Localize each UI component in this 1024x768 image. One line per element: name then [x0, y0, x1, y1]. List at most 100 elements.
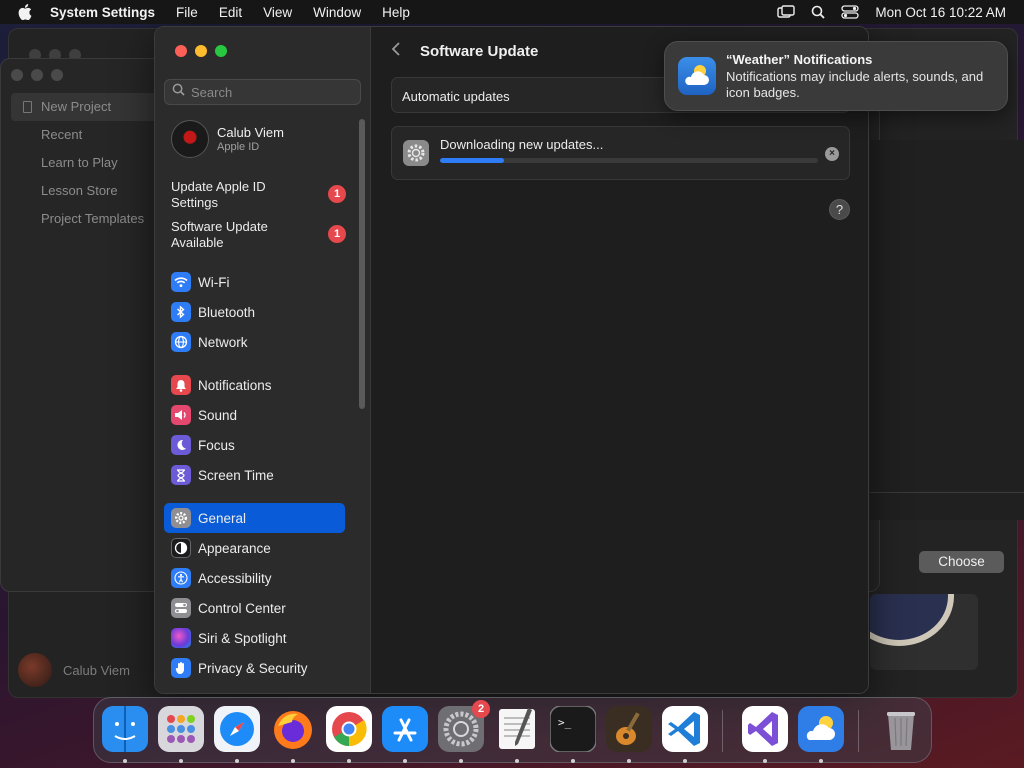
close-button[interactable] — [175, 45, 187, 57]
vscode-icon[interactable] — [662, 706, 708, 763]
trash-icon[interactable] — [878, 706, 924, 752]
running-indicator — [763, 759, 767, 763]
nav-group-notifications: Notifications Sound Focus Screen Time — [164, 370, 345, 490]
launchpad-icon[interactable] — [158, 706, 204, 763]
running-indicator — [571, 759, 575, 763]
software-update-gear-icon — [403, 140, 429, 166]
sidebar-item-siri-spotlight[interactable]: Siri & Spotlight — [164, 623, 345, 653]
sidebar-item-sound[interactable]: Sound — [164, 400, 345, 430]
hourglass-icon — [171, 465, 191, 485]
svg-text:>_: >_ — [558, 716, 572, 729]
software-update-available-item[interactable]: Software Update Available 1 — [171, 219, 346, 253]
choose-button[interactable]: Choose — [919, 551, 1004, 573]
hand-icon — [171, 658, 191, 678]
sidebar-item-privacy-security[interactable]: Privacy & Security — [164, 653, 345, 683]
cancel-download-button[interactable]: × — [825, 147, 839, 161]
finder-icon[interactable] — [102, 706, 148, 763]
safari-icon[interactable] — [214, 706, 260, 763]
sidebar-item-wifi[interactable]: Wi-Fi — [164, 267, 345, 297]
zoom-button[interactable] — [215, 45, 227, 57]
dock: 2 >_ — [93, 697, 932, 763]
sidebar-item-notifications[interactable]: Notifications — [164, 370, 345, 400]
menu-clock[interactable]: Mon Oct 16 10:22 AM — [875, 5, 1006, 20]
download-message: Downloading new updates... — [440, 137, 604, 152]
search-field[interactable] — [164, 79, 361, 105]
siri-icon — [171, 628, 191, 648]
avatar — [171, 120, 209, 158]
sidebar-item-appearance[interactable]: Appearance — [164, 533, 345, 563]
nav-group-general: General Appearance Accessibility Control… — [164, 503, 345, 683]
terminal-icon[interactable]: >_ — [549, 705, 597, 763]
menu-window[interactable]: Window — [313, 5, 361, 20]
help-button[interactable]: ? — [829, 199, 850, 220]
back-chevron-icon[interactable] — [391, 41, 401, 62]
weather-notification-banner[interactable]: “Weather” Notifications Notifications ma… — [664, 41, 1008, 111]
project-chooser-content — [870, 140, 1024, 520]
minimize-button[interactable] — [195, 45, 207, 57]
sidebar-item-lesson-store[interactable]: Lesson Store — [11, 177, 161, 205]
menu-app-name[interactable]: System Settings — [50, 5, 155, 20]
system-settings-icon[interactable]: 2 — [438, 700, 490, 763]
vinyl-disc-image — [870, 594, 954, 646]
sidebar-item-general[interactable]: General — [164, 503, 345, 533]
bell-icon — [171, 375, 191, 395]
sidebar-item-focus[interactable]: Focus — [164, 430, 345, 460]
profile-subtitle: Apple ID — [217, 141, 260, 153]
weather-icon[interactable] — [798, 706, 844, 763]
sidebar-item-learn-to-play[interactable]: Learn to Play — [11, 149, 161, 177]
spotlight-search-icon[interactable] — [811, 5, 826, 19]
dock-badge: 2 — [472, 700, 490, 718]
running-indicator — [179, 759, 183, 763]
garageband-icon[interactable] — [606, 706, 652, 763]
chrome-icon[interactable] — [326, 706, 372, 763]
menu-bar: System Settings File Edit View Window He… — [0, 0, 1024, 24]
sidebar-scrollbar[interactable] — [359, 119, 365, 409]
apple-icon[interactable] — [18, 3, 36, 21]
notice-badge: 1 — [328, 185, 346, 203]
user-avatar — [18, 653, 52, 687]
control-center-icon — [171, 598, 191, 618]
dock-separator — [858, 710, 859, 752]
speaker-icon — [171, 405, 191, 425]
download-progress-bar — [440, 158, 818, 163]
firefox-icon[interactable] — [270, 706, 316, 763]
menu-edit[interactable]: Edit — [219, 5, 242, 20]
screen-mirroring-icon[interactable] — [777, 5, 796, 19]
dock-separator — [722, 710, 723, 752]
sidebar-item-network[interactable]: Network — [164, 327, 345, 357]
search-input[interactable] — [191, 84, 351, 100]
sidebar-item-accessibility[interactable]: Accessibility — [164, 563, 345, 593]
menu-file[interactable]: File — [176, 5, 198, 20]
menu-view[interactable]: View — [263, 5, 292, 20]
sidebar-item-control-center[interactable]: Control Center — [164, 593, 345, 623]
control-center-toggle-icon[interactable] — [841, 5, 860, 19]
notice-label: Software Update Available — [171, 219, 268, 250]
sidebar-item-project-templates[interactable]: Project Templates — [11, 205, 161, 233]
software-update-pane: Software Update Automatic updates Downlo… — [371, 27, 868, 693]
running-indicator — [235, 759, 239, 763]
menu-help[interactable]: Help — [382, 5, 410, 20]
apple-id-profile[interactable]: Calub Viem Apple ID — [171, 120, 284, 158]
textedit-icon[interactable] — [494, 706, 540, 763]
project-chooser-traffic-lights[interactable] — [11, 69, 63, 81]
nav-group-network: Wi-Fi Bluetooth Network — [164, 267, 345, 357]
sidebar-item-screen-time[interactable]: Screen Time — [164, 460, 345, 490]
update-apple-id-settings-item[interactable]: Update Apple ID Settings 1 — [171, 179, 346, 213]
download-status-card: Downloading new updates... × — [391, 126, 850, 180]
sidebar-item-new-project[interactable]: New Project — [11, 93, 161, 121]
running-indicator — [123, 759, 127, 763]
running-indicator — [683, 759, 687, 763]
sidebar-item-recent[interactable]: Recent — [11, 121, 161, 149]
visual-studio-icon[interactable] — [742, 706, 788, 763]
running-indicator — [459, 759, 463, 763]
settings-sidebar: Calub Viem Apple ID Update Apple ID Sett… — [155, 27, 371, 693]
running-indicator — [347, 759, 351, 763]
project-chooser-sidebar: New Project Recent Learn to Play Lesson … — [11, 93, 161, 233]
running-indicator — [291, 759, 295, 763]
notice-badge: 1 — [328, 225, 346, 243]
download-progress-fill — [440, 158, 505, 163]
notice-label: Update Apple ID Settings — [171, 179, 266, 210]
sidebar-item-bluetooth[interactable]: Bluetooth — [164, 297, 345, 327]
project-thumbnail[interactable] — [870, 594, 978, 670]
app-store-icon[interactable] — [382, 706, 428, 763]
